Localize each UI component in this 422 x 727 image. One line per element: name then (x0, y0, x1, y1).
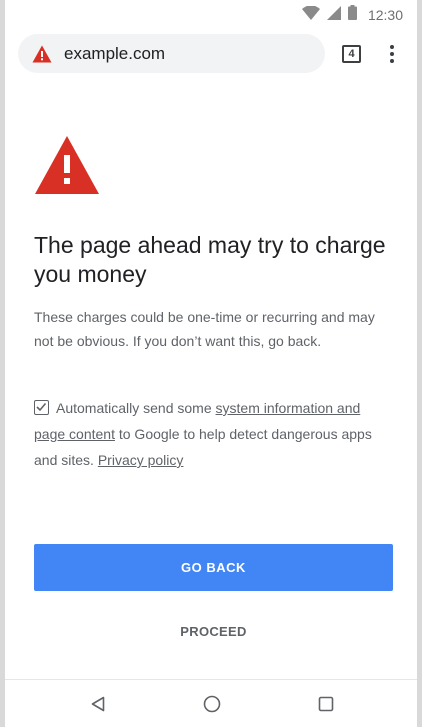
warning-triangle-icon[interactable] (32, 45, 52, 63)
description-text: These charges could be one-time or recur… (34, 309, 375, 349)
opt-in-checkbox[interactable] (34, 400, 49, 415)
signal-icon (326, 5, 341, 25)
url-text[interactable]: example.com (64, 44, 165, 64)
opt-in-text-prefix: Automatically send some (56, 400, 216, 416)
omnibox[interactable]: example.com (18, 34, 325, 73)
privacy-policy-link[interactable]: Privacy policy (98, 452, 184, 468)
interstitial-content: The page ahead may try to charge you mon… (34, 135, 392, 353)
tab-switcher-button[interactable]: 4 (342, 45, 361, 63)
recents-square-icon[interactable] (314, 692, 338, 716)
proceed-button[interactable]: PROCEED (34, 614, 393, 648)
page-title: The page ahead may try to charge you mon… (34, 232, 386, 287)
status-time: 12:30 (367, 7, 403, 23)
home-circle-icon[interactable] (200, 692, 224, 716)
frame-edge-right (417, 0, 422, 727)
frame-edge-left (0, 0, 5, 727)
status-bar: 12:30 (5, 0, 417, 30)
warning-triangle-icon (35, 136, 99, 194)
device-frame: 12:30 example.com 4 The page ahead may t… (0, 0, 422, 727)
safe-browsing-opt-in: Automatically send some system informati… (34, 395, 394, 473)
navigation-bar (5, 679, 417, 727)
browser-toolbar: example.com 4 (5, 30, 417, 80)
go-back-button[interactable]: GO BACK (34, 544, 393, 591)
battery-icon (347, 5, 357, 25)
overflow-menu-icon[interactable] (387, 43, 397, 65)
wifi-icon (301, 4, 320, 25)
back-triangle-icon[interactable] (86, 692, 110, 716)
checkmark-icon (36, 402, 47, 412)
